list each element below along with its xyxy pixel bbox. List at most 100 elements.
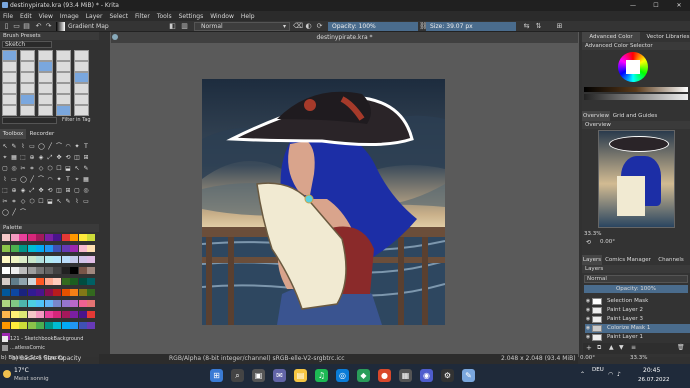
palette-swatch[interactable] bbox=[2, 245, 10, 252]
tool-icon[interactable]: ▦ bbox=[83, 177, 89, 183]
brush-preset-tile[interactable] bbox=[74, 94, 89, 105]
tool-icon[interactable]: ⬡ bbox=[29, 199, 35, 205]
palette-swatch[interactable] bbox=[36, 278, 44, 285]
overview-thumbnail[interactable] bbox=[598, 130, 675, 228]
tool-icon[interactable]: ⊞ bbox=[83, 155, 89, 161]
palette-swatch[interactable] bbox=[61, 300, 70, 307]
tab-vector-libraries[interactable]: Vector Libraries bbox=[646, 32, 690, 42]
palette-swatch[interactable] bbox=[44, 245, 53, 252]
palette-swatch[interactable] bbox=[10, 289, 19, 296]
palette-swatch[interactable] bbox=[70, 234, 78, 241]
tool-icon[interactable]: ↖ bbox=[2, 144, 8, 150]
palette-swatch[interactable] bbox=[53, 300, 61, 307]
layer-row[interactable]: ◉ Paint Layer 1 bbox=[585, 333, 690, 342]
palette-swatch[interactable] bbox=[61, 311, 70, 318]
color-wheel[interactable] bbox=[618, 52, 648, 82]
weather-temp[interactable]: 17°C bbox=[14, 367, 29, 374]
tool-icon[interactable]: ◯ bbox=[20, 177, 27, 183]
tool-icon[interactable]: ✥ bbox=[38, 188, 44, 194]
palette-swatch[interactable] bbox=[19, 322, 27, 329]
palette-swatch[interactable] bbox=[53, 322, 61, 329]
tool-icon[interactable]: ☐ bbox=[38, 199, 44, 205]
palette-swatch[interactable] bbox=[19, 289, 27, 296]
tool-icon[interactable]: ▦ bbox=[11, 155, 17, 161]
tool-icon[interactable]: ☐ bbox=[56, 166, 62, 172]
opacity-slider[interactable]: Opacity: 100% bbox=[328, 22, 418, 31]
tool-icon[interactable]: ↖ bbox=[74, 166, 80, 172]
steam-icon[interactable]: ⚙ bbox=[441, 369, 454, 382]
eraser-icon[interactable]: ⌫ bbox=[293, 22, 303, 31]
brush-preset-icon[interactable]: ◧ bbox=[168, 22, 177, 31]
palette-swatch[interactable] bbox=[87, 234, 95, 241]
palette-swatch[interactable] bbox=[87, 300, 95, 307]
tool-icon[interactable]: ✦ bbox=[74, 144, 80, 150]
palette-swatch[interactable] bbox=[19, 300, 27, 307]
tool-icon[interactable]: ◈ bbox=[20, 188, 26, 194]
tool-icon[interactable]: ◯ bbox=[2, 210, 9, 216]
size-slider[interactable]: Size: 39.07 px bbox=[426, 22, 516, 31]
volume-icon[interactable]: ♪ bbox=[617, 371, 621, 378]
palette-swatch[interactable] bbox=[27, 289, 36, 296]
palette-swatch[interactable] bbox=[87, 322, 95, 329]
tool-icon[interactable]: ⌖ bbox=[74, 177, 80, 183]
tool-icon[interactable]: ⌇ bbox=[74, 199, 80, 205]
palette-swatch[interactable] bbox=[44, 267, 53, 274]
tool-icon[interactable]: ⤢ bbox=[47, 155, 53, 161]
palette-swatch[interactable] bbox=[2, 278, 10, 285]
menu-settings[interactable]: Settings bbox=[179, 13, 204, 20]
tool-icon[interactable]: ⌒ bbox=[20, 210, 26, 216]
tool-icon[interactable]: ⌒ bbox=[56, 144, 62, 150]
palette-swatch[interactable] bbox=[61, 234, 70, 241]
palette-swatch[interactable] bbox=[10, 267, 19, 274]
tool-icon[interactable]: T bbox=[65, 177, 71, 183]
krita-taskbar-icon[interactable]: ✎ bbox=[462, 369, 475, 382]
palette-swatch[interactable] bbox=[10, 311, 19, 318]
palette-swatch[interactable] bbox=[87, 267, 95, 274]
palette-swatch[interactable] bbox=[10, 234, 19, 241]
blend-mode-select[interactable]: Normal ▾ bbox=[194, 22, 290, 31]
tool-icon[interactable]: ✂ bbox=[2, 199, 8, 205]
menu-tools[interactable]: Tools bbox=[157, 13, 172, 20]
palette-swatch[interactable] bbox=[53, 289, 61, 296]
tool-icon[interactable]: ◠ bbox=[47, 177, 53, 183]
chat-icon[interactable]: ✉ bbox=[273, 369, 286, 382]
palette-swatch[interactable] bbox=[44, 289, 53, 296]
tool-icon[interactable]: ⟲ bbox=[47, 188, 53, 194]
palette-swatch[interactable] bbox=[27, 300, 36, 307]
search-icon[interactable]: ⌕ bbox=[231, 369, 244, 382]
palette-swatch[interactable] bbox=[87, 289, 95, 296]
close-button[interactable]: ✕ bbox=[668, 0, 690, 11]
palette-swatch[interactable] bbox=[61, 278, 70, 285]
palette-swatch[interactable] bbox=[10, 322, 19, 329]
brush-preset-tile[interactable] bbox=[2, 83, 17, 94]
tool-icon[interactable]: ✎ bbox=[11, 144, 17, 150]
brush-preset-tile[interactable] bbox=[2, 50, 17, 61]
palette-swatch[interactable] bbox=[27, 267, 36, 274]
add-layer-icon[interactable]: + bbox=[586, 344, 592, 352]
redo-icon[interactable]: ↷ bbox=[44, 22, 53, 31]
palette-swatch[interactable] bbox=[36, 300, 44, 307]
palette-swatch[interactable] bbox=[53, 245, 61, 252]
palette-swatch[interactable] bbox=[53, 267, 61, 274]
tool-icon[interactable]: ✦ bbox=[56, 177, 62, 183]
tool-icon[interactable]: ◎ bbox=[83, 188, 89, 194]
palette-swatch[interactable] bbox=[44, 311, 53, 318]
move-up-icon[interactable]: ▲ bbox=[609, 344, 614, 351]
tool-icon[interactable]: ◇ bbox=[38, 166, 44, 172]
weather-desc[interactable]: Meist sonnig bbox=[14, 376, 49, 382]
tool-icon[interactable]: ⊞ bbox=[65, 188, 71, 194]
brush-preset-tile[interactable] bbox=[20, 72, 35, 83]
palette-swatch[interactable] bbox=[36, 256, 44, 263]
tool-icon[interactable]: ◇ bbox=[20, 199, 26, 205]
duplicate-layer-icon[interactable]: ⧉ bbox=[597, 344, 601, 352]
layer-blend-select[interactable]: Normal bbox=[584, 275, 688, 283]
tool-icon[interactable]: ↖ bbox=[56, 199, 62, 205]
tool-icon[interactable]: ╱ bbox=[11, 210, 17, 216]
tool-icon[interactable]: ⟲ bbox=[65, 155, 71, 161]
tool-icon[interactable]: ╱ bbox=[29, 177, 35, 183]
layer-opacity-slider[interactable]: Opacity: 100% bbox=[584, 285, 688, 293]
undo-icon[interactable]: ↶ bbox=[34, 22, 43, 31]
palette-swatch[interactable] bbox=[36, 322, 44, 329]
palette-swatch[interactable] bbox=[2, 234, 10, 241]
palette-swatch[interactable] bbox=[87, 311, 95, 318]
